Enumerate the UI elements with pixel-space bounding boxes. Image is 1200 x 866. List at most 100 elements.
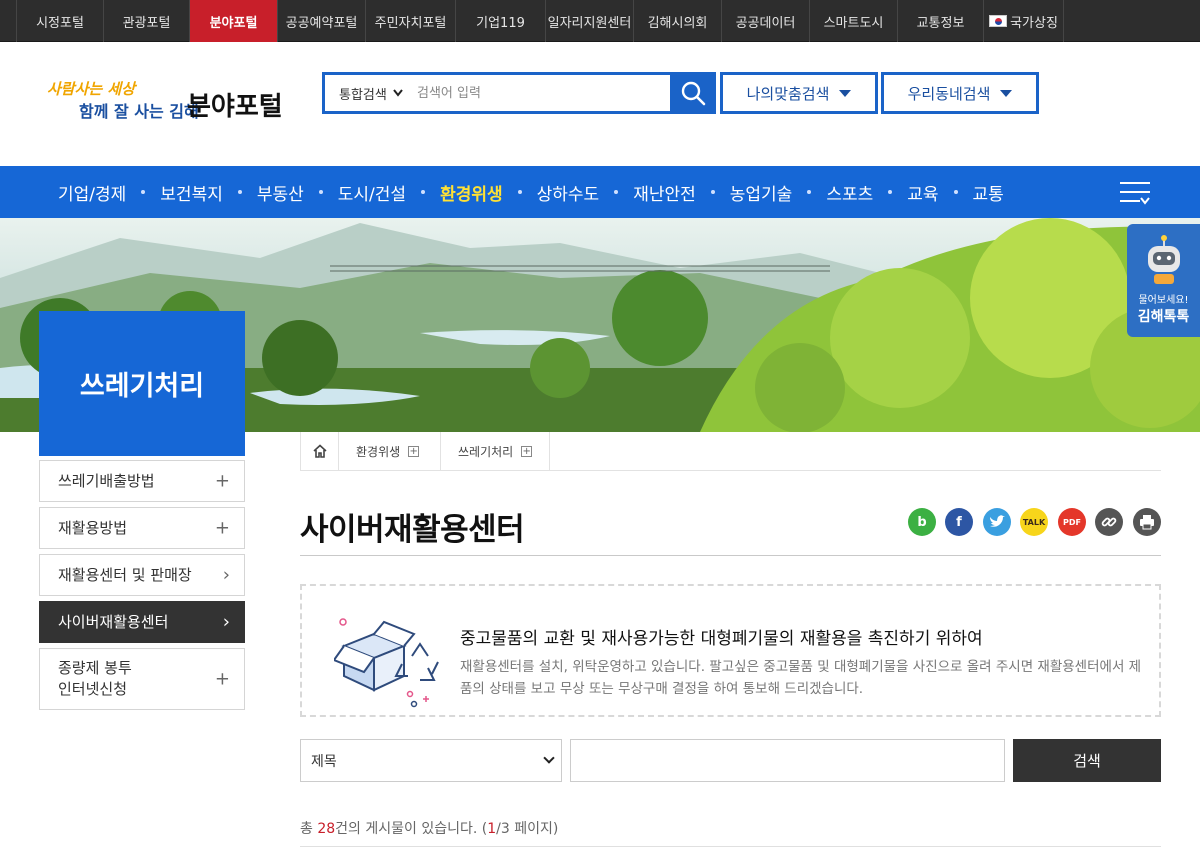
search-input[interactable] bbox=[417, 78, 670, 108]
search-button[interactable] bbox=[670, 72, 716, 114]
nav-separator bbox=[614, 190, 619, 194]
portal-link-label: 국가상징 bbox=[1010, 15, 1058, 31]
breadcrumb-item[interactable]: 환경위생 + bbox=[338, 432, 440, 470]
top-portal-bar: 시정포털 관광포털 분야포털 공공예약포털 주민자치포털 기업119 일자리지원센터 김해시의… bbox=[0, 0, 1200, 42]
post-count-mid: 건의 게시물이 있습니다. ( bbox=[335, 821, 488, 837]
portal-links: 시정포털 관광포털 분야포털 공공예약포털 주민자치포털 기업119 일자리지원센터 김해시의… bbox=[0, 0, 1200, 42]
post-count-number: 28 bbox=[317, 821, 336, 837]
post-count: 총 28건의 게시물이 있습니다. (1/3 페이지) bbox=[300, 818, 558, 838]
kakaotalk-share-button[interactable]: TALK bbox=[1020, 508, 1048, 536]
side-menu-label: 사이버재활용센터 bbox=[58, 612, 169, 631]
nav-item[interactable]: 재난안전 bbox=[633, 180, 696, 205]
home-icon bbox=[312, 444, 327, 458]
side-menu-item[interactable]: 종량제 봉투 인터넷신청 + bbox=[39, 648, 245, 710]
band-share-button[interactable]: b bbox=[908, 508, 936, 536]
nav-item[interactable]: 환경위생 bbox=[440, 180, 503, 205]
portal-link[interactable]: 스마트도시 bbox=[810, 0, 898, 42]
integrated-search: 통합검색 bbox=[322, 72, 716, 114]
portal-link[interactable]: 국가상징 bbox=[984, 0, 1064, 42]
side-menu-item[interactable]: 쓰레기배출방법 + bbox=[39, 460, 245, 502]
breadcrumb: 환경위생 + 쓰레기처리 + bbox=[300, 432, 1161, 471]
expand-icon: + bbox=[521, 445, 533, 457]
portal-link-label: 스마트도시 bbox=[823, 15, 884, 31]
portal-link-label: 공공데이터 bbox=[735, 15, 796, 31]
portal-link-label: 김해시의회 bbox=[647, 15, 708, 31]
nav-item[interactable]: 스포츠 bbox=[826, 180, 873, 205]
site-logo[interactable]: 사람사는 세상 함께 잘 사는 김해 분야포털 bbox=[45, 74, 305, 124]
link-icon bbox=[1101, 517, 1117, 527]
nav-separator bbox=[517, 190, 522, 194]
search-scope-select[interactable]: 통합검색 bbox=[325, 84, 417, 103]
plus-icon: + bbox=[214, 470, 230, 492]
portal-link[interactable]: 공공데이터 bbox=[722, 0, 810, 42]
nav-separator bbox=[888, 190, 893, 194]
nav-item[interactable]: 교육 bbox=[907, 180, 938, 205]
portal-link[interactable]: 공공예약포털 bbox=[278, 0, 366, 42]
logo-subtitle: 함께 잘 사는 김해 bbox=[79, 102, 199, 121]
nav-item[interactable]: 보건복지 bbox=[160, 180, 223, 205]
page-title: 사이버재활용센터 bbox=[300, 512, 525, 548]
twitter-icon bbox=[990, 515, 1005, 527]
title-divider bbox=[300, 555, 1161, 556]
portal-link-label: 일자리지원센터 bbox=[547, 15, 632, 31]
list-divider bbox=[300, 846, 1161, 847]
all-menu-button[interactable] bbox=[1118, 180, 1152, 208]
logo-title: 분야포털 bbox=[187, 92, 283, 122]
portal-link[interactable]: 교통정보 bbox=[898, 0, 984, 42]
nav-separator bbox=[237, 190, 242, 194]
chevron-right-icon: › bbox=[222, 564, 230, 586]
plus-icon: + bbox=[214, 668, 230, 690]
side-menu-item[interactable]: 사이버재활용센터 › bbox=[39, 601, 245, 643]
nav-item[interactable]: 상하수도 bbox=[537, 180, 600, 205]
portal-link-label: 공공예약포털 bbox=[285, 15, 358, 31]
facebook-share-button[interactable]: f bbox=[945, 508, 973, 536]
post-count-suffix: /3 페이지) bbox=[496, 821, 559, 837]
nav-item[interactable]: 기업/경제 bbox=[58, 180, 126, 205]
local-search-dropdown[interactable]: 우리동네검색 bbox=[881, 72, 1039, 114]
chevron-down-icon bbox=[393, 89, 403, 97]
portal-link[interactable]: 김해시의회 bbox=[634, 0, 722, 42]
main-nav: 기업/경제 보건복지 부동산 도시/건설 환경위생 상하수도 재난안전 농업기술 스포츠 교육 교통 bbox=[0, 166, 1200, 218]
side-menu-item[interactable]: 재활용센터 및 판매장 › bbox=[39, 554, 245, 596]
kakaotalk-icon: TALK bbox=[1022, 517, 1046, 527]
nav-separator bbox=[953, 190, 958, 194]
intro-text: 재활용센터를 설치, 위탁운영하고 있습니다. 팔고싶은 중고물품 및 대형폐기… bbox=[460, 659, 1142, 697]
side-menu-item[interactable]: 재활용방법 + bbox=[39, 507, 245, 549]
my-search-label: 나의맞춤검색 bbox=[746, 84, 830, 103]
portal-link-label: 관광포털 bbox=[122, 15, 171, 31]
nav-item[interactable]: 교통 bbox=[973, 180, 1004, 205]
kimhae-talk-chatbot[interactable]: 물어보세요! 김해톡톡 bbox=[1127, 224, 1200, 337]
nav-separator bbox=[141, 190, 146, 194]
search-field-select[interactable]: 제목 bbox=[300, 739, 562, 782]
portal-link-label: 기업119 bbox=[476, 15, 525, 31]
local-search-label: 우리동네검색 bbox=[907, 84, 991, 103]
nav-item[interactable]: 농업기술 bbox=[730, 180, 793, 205]
board-search-input[interactable] bbox=[570, 739, 1005, 782]
breadcrumb-label: 쓰레기처리 bbox=[458, 444, 514, 459]
portal-link[interactable]: 시정포털 bbox=[16, 0, 104, 42]
recycle-box-icon bbox=[334, 618, 439, 708]
portal-link[interactable]: 분야포털 bbox=[190, 0, 278, 42]
twitter-share-button[interactable] bbox=[983, 508, 1011, 536]
pdf-button[interactable]: PDF bbox=[1058, 508, 1086, 536]
side-menu-label: 쓰레기배출방법 bbox=[58, 471, 155, 490]
side-menu: 쓰레기배출방법 + 재활용방법 + 재활용센터 및 판매장 › 사이버재활용센터 › 종량제 봉… bbox=[39, 460, 245, 715]
chatbot-prompt: 물어보세요! bbox=[1138, 295, 1189, 306]
board-search-button[interactable]: 검색 bbox=[1013, 739, 1161, 782]
my-search-dropdown[interactable]: 나의맞춤검색 bbox=[720, 72, 878, 114]
breadcrumb-label: 환경위생 bbox=[356, 444, 401, 459]
side-menu-label: 재활용센터 및 판매장 bbox=[58, 565, 192, 584]
home-link[interactable] bbox=[300, 432, 338, 470]
portal-link[interactable]: 일자리지원센터 bbox=[546, 0, 634, 42]
nav-item[interactable]: 부동산 bbox=[257, 180, 304, 205]
portal-link[interactable]: 관광포털 bbox=[104, 0, 190, 42]
breadcrumb-item[interactable]: 쓰레기처리 + bbox=[440, 432, 550, 470]
portal-link[interactable]: 주민자치포털 bbox=[366, 0, 456, 42]
current-page: 1 bbox=[487, 821, 497, 837]
nav-separator bbox=[710, 190, 715, 194]
copy-link-button[interactable] bbox=[1095, 508, 1123, 536]
print-button[interactable] bbox=[1133, 508, 1161, 536]
nav-item[interactable]: 도시/건설 bbox=[338, 180, 406, 205]
portal-link[interactable]: 기업119 bbox=[456, 0, 546, 42]
search-icon bbox=[681, 81, 706, 106]
